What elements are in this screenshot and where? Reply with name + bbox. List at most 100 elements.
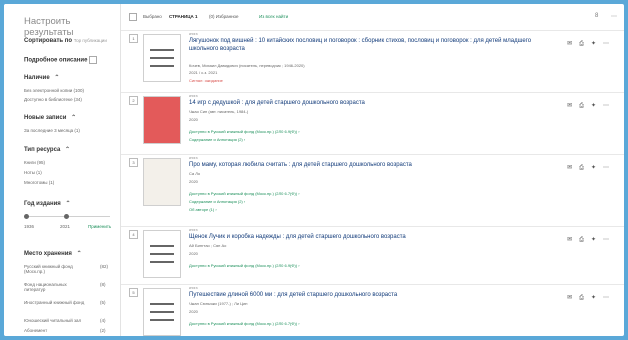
result-author[interactable]: Ай Бингтао ; Сян Ао [189, 243, 226, 248]
chevron-up-icon[interactable]: ⌃ [77, 251, 82, 257]
detailed-toggle[interactable]: Подробное описание [24, 56, 98, 64]
result-item[interactable]: 2 книга 14 игр с дедушкой : для детей ст… [121, 92, 624, 155]
result-author[interactable]: Чжан Сюньчжи (1977-) ; Ли Цин [189, 301, 248, 306]
book-cover[interactable] [143, 96, 181, 144]
availability-link[interactable]: Доступно в Русский книжный фонд (Моск.пр… [189, 321, 300, 326]
result-year: 2020 [189, 179, 198, 184]
result-item[interactable]: 3 книга Про маму, которая любила считать… [121, 154, 624, 227]
availability-item[interactable]: Доступно в библиотеке (34) [24, 97, 82, 102]
year-slider-max-handle[interactable] [64, 214, 69, 219]
result-item[interactable]: 4 книга Щенок Лучик и коробка надежды : … [121, 226, 624, 285]
pin-icon[interactable]: ✦ [591, 103, 603, 109]
chevron-up-icon[interactable]: ⌃ [71, 115, 76, 121]
result-author[interactable]: Чжао Син (авт. писатель, 1984-) [189, 109, 248, 114]
location-item[interactable]: Иностранный книжный фонд [24, 300, 86, 305]
result-checkbox[interactable]: 3 [129, 158, 138, 167]
result-checkbox[interactable]: 2 [129, 96, 138, 105]
book-cover[interactable] [143, 158, 181, 206]
chevron-up-icon[interactable]: ⌃ [54, 75, 59, 81]
result-actions: ✉⎙✦⋯ [567, 294, 616, 302]
pin-icon[interactable]: ✦ [591, 237, 603, 243]
save-search-link[interactable]: Из всех найти [259, 14, 288, 19]
more-icon[interactable]: ⋯ [603, 165, 616, 171]
result-title[interactable]: Про маму, которая любила считать : для д… [189, 162, 549, 170]
print-icon[interactable]: ⎙ [579, 41, 591, 47]
result-title[interactable]: Щенок Лучик и коробка надежды : для дете… [189, 234, 549, 242]
new-records-header[interactable]: Новые записи ⌃ [24, 114, 76, 121]
email-icon[interactable]: ✉ [567, 165, 579, 171]
book-cover[interactable] [143, 288, 181, 336]
result-checkbox[interactable]: 4 [129, 230, 138, 239]
result-author[interactable]: Са Ло [189, 171, 200, 176]
year-from[interactable]: 1936 [24, 224, 34, 229]
book-cover[interactable] [143, 230, 181, 278]
print-icon[interactable]: ⎙ [579, 165, 591, 171]
result-actions: ✉⎙✦⋯ [567, 164, 616, 172]
location-count: (82) [100, 264, 109, 269]
cover-placeholder-line [150, 65, 174, 67]
book-cover[interactable] [143, 34, 181, 82]
author-info-link[interactable]: Об авторе (1) › [189, 207, 217, 212]
content-link[interactable]: Содержание и Аннотация (2) › [189, 137, 245, 142]
location-header[interactable]: Место хранения ⌃ [24, 250, 82, 257]
sort-value[interactable]: Тор публикации [74, 38, 107, 43]
print-icon[interactable]: ⎙ [579, 237, 591, 243]
result-year: 2020 [189, 251, 198, 256]
year-slider-min-handle[interactable] [24, 214, 29, 219]
result-item[interactable]: 1 книга Лягушонок под вишней : 10 китайс… [121, 30, 624, 93]
result-title[interactable]: 14 игр с дедушкой : для детей старшего д… [189, 100, 549, 108]
new-records-item[interactable]: За последние 3 месяца (1) [24, 128, 80, 133]
availability-link[interactable]: Доступно в Русский книжный фонд (Моск.пр… [189, 263, 300, 268]
select-all-checkbox[interactable] [129, 13, 137, 21]
resource-type-item[interactable]: Книги (95) [24, 160, 45, 165]
availability-link[interactable]: Доступно в Русский книжный фонд (Моск.пр… [189, 129, 300, 134]
result-title[interactable]: Лягушонок под вишней : 10 китайских посл… [189, 38, 549, 53]
cover-placeholder-line [150, 253, 174, 255]
print-icon[interactable]: ⎙ [579, 295, 591, 301]
availability-header[interactable]: Наличие ⌃ [24, 74, 59, 81]
email-icon[interactable]: ✉ [567, 237, 579, 243]
more-icon[interactable]: ⋯ [603, 103, 616, 109]
location-label: Место хранения [24, 251, 72, 257]
availability-link[interactable]: Доступно в Русский книжный фонд (Моск.пр… [189, 191, 300, 196]
availability-item[interactable]: Без электронной копии (100) [24, 88, 84, 93]
apply-year-button[interactable]: Применить [88, 224, 111, 229]
resource-type-item[interactable]: Многотомы (1) [24, 180, 54, 185]
more-icon[interactable]: ⋯ [603, 41, 616, 47]
cover-placeholder-line [150, 303, 174, 305]
detailed-checkbox[interactable] [89, 56, 98, 64]
year-header[interactable]: Год издания ⌃ [24, 200, 71, 207]
year-to[interactable]: 2021 [60, 224, 70, 229]
email-icon[interactable]: ✉ [567, 295, 579, 301]
location-item[interactable]: Фонд национальных литератур [24, 282, 86, 292]
location-item[interactable]: Русский книжный фонд (Моск.пр.) [24, 264, 86, 274]
availability-link[interactable]: Сигнал: ожидание [189, 78, 223, 83]
search-results-frame: Настроить результаты Сортировать по Тор … [4, 4, 624, 336]
result-item[interactable]: 5 книга Путешествие длиной 6000 ми : для… [121, 284, 624, 336]
email-icon[interactable]: ✉ [567, 41, 579, 47]
page-selector[interactable]: СТРАНИЦА 1 [169, 14, 198, 19]
more-icon[interactable]: ⋯ [603, 237, 616, 243]
result-author[interactable]: Кочев, Михаил Давидович (писатель, перев… [189, 63, 305, 68]
chevron-up-icon[interactable]: ⌃ [65, 201, 70, 207]
result-title[interactable]: Путешествие длиной 6000 ми : для детей с… [189, 292, 549, 300]
selected-label: Выбрано [143, 14, 162, 19]
resource-type-item[interactable]: Ноты (1) [24, 170, 42, 175]
email-icon[interactable]: ✉ [567, 103, 579, 109]
chevron-up-icon[interactable]: ⌃ [65, 147, 70, 153]
resource-type-header[interactable]: Тип ресурса ⌃ [24, 146, 70, 153]
pin-icon[interactable]: ✦ [591, 41, 603, 47]
print-icon[interactable]: ⎙ [579, 103, 591, 109]
more-icon[interactable]: ⋯ [603, 295, 616, 301]
more-options-icon[interactable]: ⋯ [611, 13, 617, 20]
pin-icon[interactable]: ✦ [591, 295, 603, 301]
result-year: 2020 [189, 117, 198, 122]
pin-icon[interactable]: ✦ [591, 165, 603, 171]
location-item[interactable]: Юношеский читальный зал [24, 318, 94, 323]
content-link[interactable]: Содержание и Аннотация (2) › [189, 199, 245, 204]
location-item[interactable]: Абонемент [24, 328, 86, 333]
sort-control[interactable]: Сортировать по Тор публикации [24, 38, 107, 44]
result-checkbox[interactable]: 5 [129, 288, 138, 297]
favorites-link[interactable]: (0) Избранное [209, 14, 239, 19]
result-checkbox[interactable]: 1 [129, 34, 138, 43]
